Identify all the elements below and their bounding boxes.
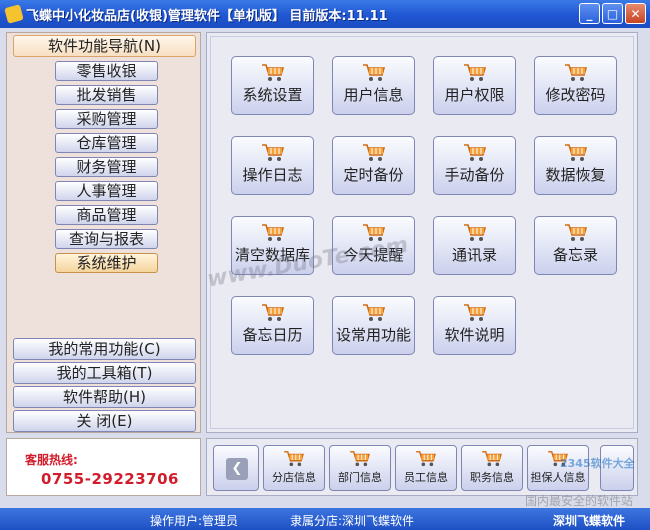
maximize-button[interactable]: □ bbox=[602, 3, 623, 24]
cart-icon bbox=[415, 450, 437, 467]
quick-position-info[interactable]: 职务信息 bbox=[461, 445, 523, 491]
tile-data-restore[interactable]: 数据恢复 bbox=[534, 136, 617, 195]
status-branch: 隶属分店:深圳飞蝶软件 bbox=[290, 514, 415, 528]
watermark-corner: 2345软件大全 bbox=[560, 457, 635, 470]
hotline-label: 客服热线: bbox=[25, 453, 78, 467]
tile-user-permissions[interactable]: 用户权限 bbox=[433, 56, 516, 115]
cart-icon bbox=[362, 63, 386, 82]
nav-item-wholesale[interactable]: 批发销售 bbox=[55, 85, 158, 105]
favorites-button[interactable]: 我的常用功能(C) bbox=[13, 338, 196, 360]
nav-item-reports[interactable]: 查询与报表 bbox=[55, 229, 158, 249]
cart-icon bbox=[349, 450, 371, 467]
tile-label: 修改密码 bbox=[545, 86, 606, 104]
nav-item-purchase[interactable]: 采购管理 bbox=[55, 109, 158, 129]
cart-icon bbox=[362, 143, 386, 162]
cart-icon bbox=[261, 63, 285, 82]
nav-item-finance[interactable]: 财务管理 bbox=[55, 157, 158, 177]
tile-label: 用户权限 bbox=[444, 86, 505, 104]
tile-label: 定时备份 bbox=[343, 166, 404, 184]
hotline-phone: 0755-29223706 bbox=[41, 470, 179, 488]
tile-software-guide[interactable]: 软件说明 bbox=[433, 296, 516, 355]
quick-department-info[interactable]: 部门信息 bbox=[329, 445, 391, 491]
quick-tile-label: 担保人信息 bbox=[530, 471, 586, 484]
quick-tile-label: 员工信息 bbox=[404, 471, 448, 484]
cart-icon bbox=[362, 303, 386, 322]
tile-label: 操作日志 bbox=[242, 166, 303, 184]
tile-label: 通讯录 bbox=[451, 246, 497, 264]
status-company: 深圳飞蝶软件 bbox=[553, 514, 626, 528]
tile-system-settings[interactable]: 系统设置 bbox=[231, 56, 314, 115]
status-user: 操作用户:管理员 bbox=[150, 514, 239, 528]
tile-change-password[interactable]: 修改密码 bbox=[534, 56, 617, 115]
title-bar[interactable]: 飞蝶中小化妆品店(收银)管理软件【单机版】 目前版本:11.11 _ □ ✕ bbox=[0, 0, 650, 28]
cart-icon bbox=[481, 450, 503, 467]
quick-staff-info[interactable]: 员工信息 bbox=[395, 445, 457, 491]
tile-set-favorites[interactable]: 设常用功能 bbox=[332, 296, 415, 355]
quick-tile-label: 部门信息 bbox=[338, 471, 382, 484]
tile-manual-backup[interactable]: 手动备份 bbox=[433, 136, 516, 195]
quick-tile-label: 分店信息 bbox=[272, 471, 316, 484]
tile-label: 数据恢复 bbox=[545, 166, 606, 184]
tile-label: 手动备份 bbox=[444, 166, 505, 184]
quick-tile-label: 职务信息 bbox=[470, 471, 514, 484]
cart-icon bbox=[564, 143, 588, 162]
tile-label: 用户信息 bbox=[343, 86, 404, 104]
cart-icon bbox=[463, 303, 487, 322]
nav-item-retail[interactable]: 零售收银 bbox=[55, 61, 158, 81]
cart-icon bbox=[261, 143, 285, 162]
tile-memo[interactable]: 备忘录 bbox=[534, 216, 617, 275]
chevron-left-icon: ❮ bbox=[226, 458, 248, 480]
tile-operation-log[interactable]: 操作日志 bbox=[231, 136, 314, 195]
close-window-button[interactable]: ✕ bbox=[625, 3, 646, 24]
nav-item-system[interactable]: 系统维护 bbox=[55, 253, 158, 273]
exit-button[interactable]: 关 闭(E) bbox=[13, 410, 196, 432]
function-panel: 系统设置 用户信息 用户权限 修改密码 操作日志 定时备份 手动备份 数据恢复 清空数据库 今天提… bbox=[206, 32, 638, 433]
prev-page-button[interactable]: ❮ bbox=[213, 445, 259, 491]
cart-icon bbox=[564, 223, 588, 242]
cart-icon bbox=[463, 223, 487, 242]
left-nav-panel: 软件功能导航(N) 零售收银 批发销售 采购管理 仓库管理 财务管理 人事管理 … bbox=[6, 32, 201, 433]
app-icon bbox=[4, 4, 24, 24]
cart-icon bbox=[261, 303, 285, 322]
cart-icon bbox=[564, 63, 588, 82]
nav-item-products[interactable]: 商品管理 bbox=[55, 205, 158, 225]
window-title: 飞蝶中小化妆品店(收银)管理软件【单机版】 目前版本:11.11 bbox=[26, 8, 388, 24]
toolbox-button[interactable]: 我的工具箱(T) bbox=[13, 362, 196, 384]
tile-address-book[interactable]: 通讯录 bbox=[433, 216, 516, 275]
tile-label: 系统设置 bbox=[242, 86, 303, 104]
tile-label: 备忘日历 bbox=[242, 326, 303, 344]
tile-label: 设常用功能 bbox=[335, 326, 411, 344]
nav-header[interactable]: 软件功能导航(N) bbox=[13, 35, 196, 57]
hotline-box: 客服热线: 0755-29223706 bbox=[6, 438, 201, 496]
cart-icon bbox=[261, 223, 285, 242]
cart-icon bbox=[463, 63, 487, 82]
nav-item-warehouse[interactable]: 仓库管理 bbox=[55, 133, 158, 153]
tile-label: 软件说明 bbox=[444, 326, 505, 344]
tile-memo-calendar[interactable]: 备忘日历 bbox=[231, 296, 314, 355]
watermark-corner-sub: 国内最安全的软件站 bbox=[525, 494, 634, 508]
tile-label: 备忘录 bbox=[552, 246, 598, 264]
status-bar: 操作用户:管理员 隶属分店:深圳飞蝶软件 深圳飞蝶软件 bbox=[0, 508, 650, 530]
cart-icon bbox=[463, 143, 487, 162]
quick-branch-info[interactable]: 分店信息 bbox=[263, 445, 325, 491]
tile-scheduled-backup[interactable]: 定时备份 bbox=[332, 136, 415, 195]
minimize-button[interactable]: _ bbox=[579, 3, 600, 24]
help-button[interactable]: 软件帮助(H) bbox=[13, 386, 196, 408]
cart-icon bbox=[283, 450, 305, 467]
nav-item-hr[interactable]: 人事管理 bbox=[55, 181, 158, 201]
app-window: 飞蝶中小化妆品店(收银)管理软件【单机版】 目前版本:11.11 _ □ ✕ 软… bbox=[0, 0, 650, 530]
tile-user-info[interactable]: 用户信息 bbox=[332, 56, 415, 115]
